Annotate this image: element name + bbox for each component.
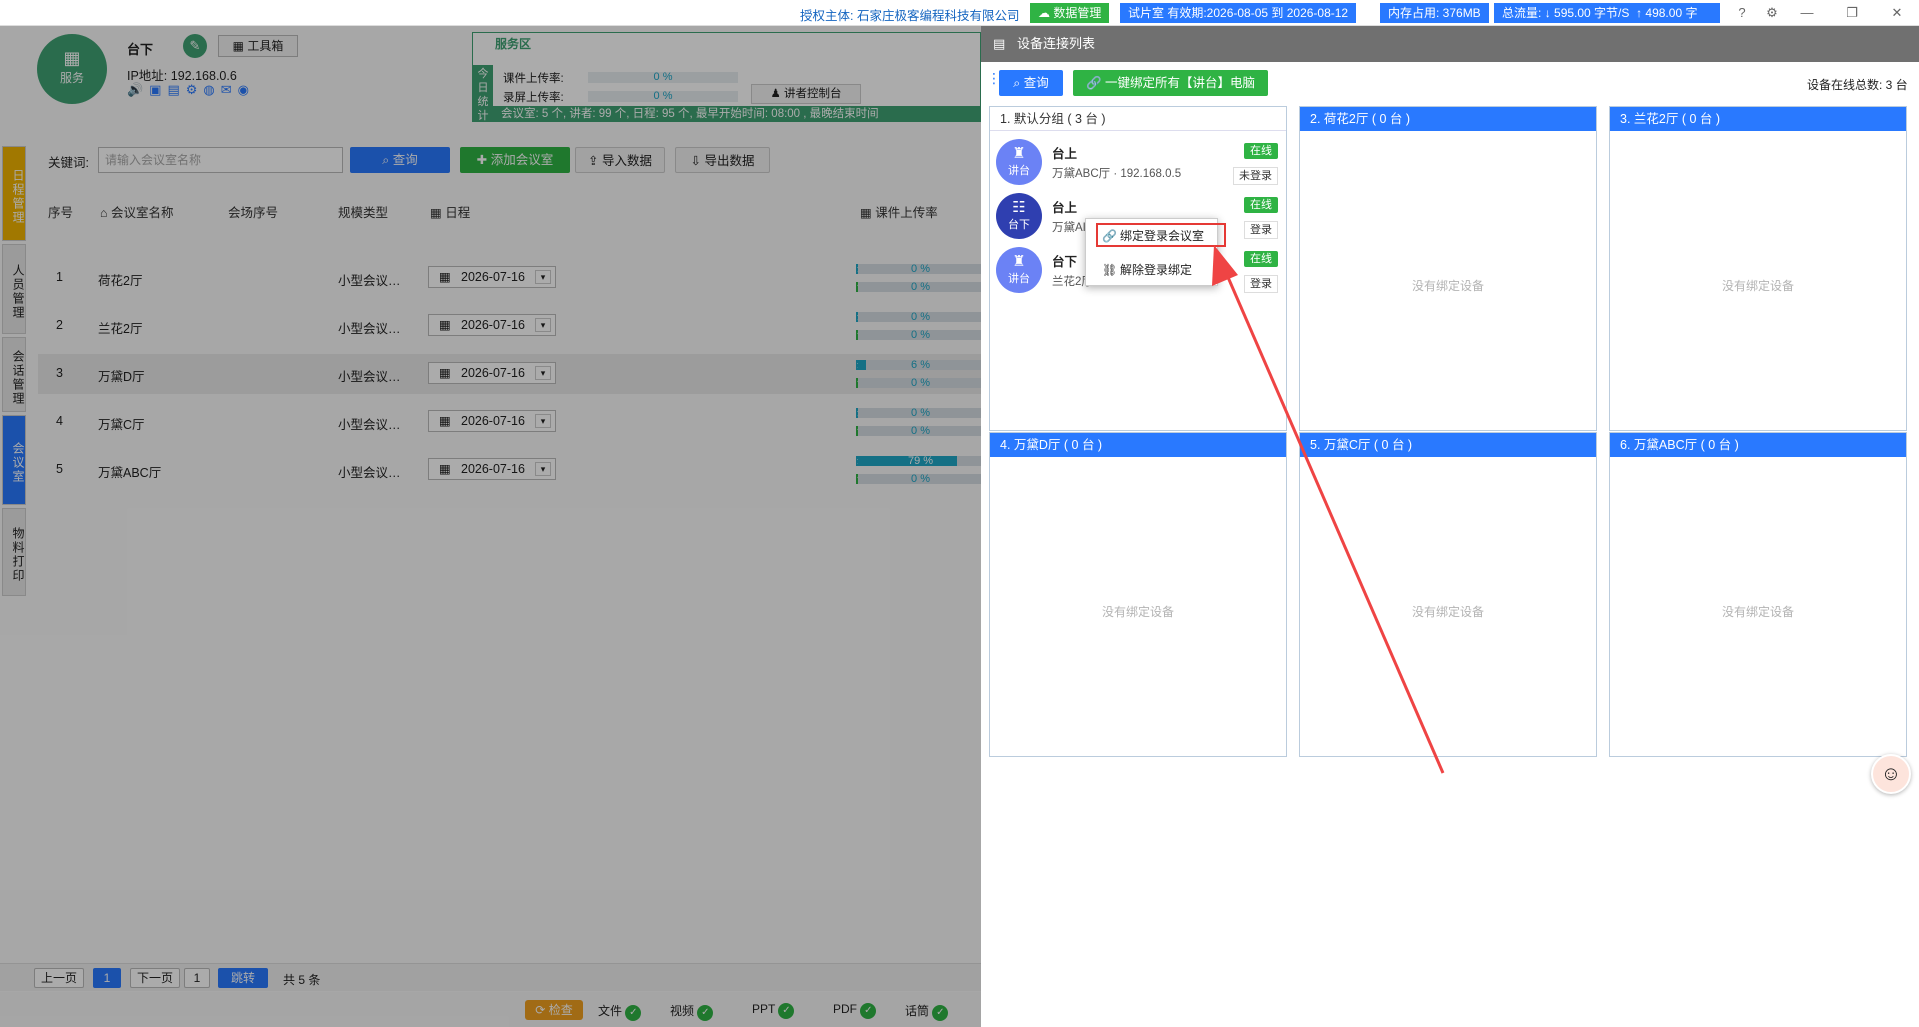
device-group: 4. 万黛D厅 ( 0 台 ) 没有绑定设备: [989, 432, 1287, 757]
device-list-panel: ▤ 设备连接列表 ⋮ ⌕ 查询 🔗 一键绑定所有【讲台】电脑 设备在线总数: 3…: [981, 26, 1919, 1027]
list-icon: ▤: [993, 36, 1006, 51]
link-icon: 🔗: [1085, 76, 1102, 90]
traffic-badge: 总流量: ↓ 595.00 字节/S ↑ 498.00 字: [1494, 3, 1720, 23]
link-icon: 🔗: [1102, 229, 1117, 243]
empty-text: 没有绑定设备: [1721, 605, 1794, 619]
device-group: 2. 荷花2厅 ( 0 台 ) 没有绑定设备: [1299, 106, 1597, 431]
login-badge[interactable]: 未登录: [1233, 167, 1278, 185]
close-button[interactable]: ✕: [1885, 3, 1909, 23]
empty-text: 没有绑定设备: [1411, 605, 1484, 619]
podium-icon: ♜: [1012, 145, 1026, 162]
gear-icon[interactable]: ⚙: [1760, 3, 1784, 23]
assistant-avatar-icon[interactable]: ☺: [1871, 754, 1911, 794]
bind-login-room-item[interactable]: 🔗 绑定登录会议室: [1096, 225, 1204, 247]
status-badge: 在线: [1244, 143, 1278, 159]
login-badge[interactable]: 登录: [1244, 221, 1278, 239]
device-group: 5. 万黛C厅 ( 0 台 ) 没有绑定设备: [1299, 432, 1597, 757]
device-item[interactable]: ♜ 讲台 台上万黛ABC厅 · 192.168.0.5 在线未登录: [996, 137, 1284, 189]
group-title: 4. 万黛D厅 ( 0 台 ): [990, 433, 1286, 457]
empty-text: 没有绑定设备: [1411, 279, 1484, 293]
search-icon: ⌕: [1013, 76, 1021, 90]
memory-badge: 内存占用: 376MB: [1380, 3, 1489, 23]
device-name: 台上: [1052, 147, 1078, 161]
empty-text: 没有绑定设备: [1721, 279, 1794, 293]
device-name: 台上: [1052, 201, 1078, 215]
data-management-button[interactable]: ☁ 数据管理: [1030, 3, 1110, 23]
group-title: 1. 默认分组 ( 3 台 ): [990, 107, 1286, 131]
login-badge[interactable]: 登录: [1244, 275, 1278, 293]
device-avatar: ☷ 台下: [996, 193, 1042, 239]
device-search-button[interactable]: ⌕ 查询: [999, 70, 1063, 96]
title-bar: 授权主体: 石家庄极客编程科技有限公司 ☁ 数据管理 试片室 有效期:2026-…: [0, 0, 1919, 26]
unlink-icon: ⛓: [1102, 263, 1118, 277]
unbind-login-item[interactable]: ⛓ 解除登录绑定: [1096, 259, 1192, 281]
online-total: 设备在线总数: 3 台: [1807, 78, 1908, 92]
device-group: 6. 万黛ABC厅 ( 0 台 ) 没有绑定设备: [1609, 432, 1907, 757]
podium-icon: ♜: [1012, 253, 1026, 270]
group-title: 3. 兰花2厅 ( 0 台 ): [1610, 107, 1906, 131]
trial-badge: 试片室 有效期:2026-08-05 到 2026-08-12: [1120, 3, 1357, 23]
modal-overlay: [0, 26, 981, 1027]
device-avatar: ♜ 讲台: [996, 139, 1042, 185]
group-title: 6. 万黛ABC厅 ( 0 台 ): [1610, 433, 1906, 457]
license-info: 授权主体: 石家庄极客编程科技有限公司: [800, 9, 1020, 23]
device-sub: 万黛ABC厅 · 192.168.0.5: [1052, 168, 1182, 180]
status-badge: 在线: [1244, 251, 1278, 267]
group-title: 5. 万黛C厅 ( 0 台 ): [1300, 433, 1596, 457]
empty-text: 没有绑定设备: [1101, 605, 1174, 619]
bind-all-button[interactable]: 🔗 一键绑定所有【讲台】电脑: [1073, 70, 1268, 96]
help-icon[interactable]: ?: [1730, 3, 1754, 23]
restore-button[interactable]: ❐: [1840, 3, 1864, 23]
panel-header: ▤ 设备连接列表: [981, 26, 1919, 62]
list-icon: ☷: [1012, 199, 1026, 216]
device-group: 3. 兰花2厅 ( 0 台 ) 没有绑定设备: [1609, 106, 1907, 431]
minimize-button[interactable]: —: [1795, 3, 1819, 23]
group-title: 2. 荷花2厅 ( 0 台 ): [1300, 107, 1596, 131]
device-avatar: ♜ 讲台: [996, 247, 1042, 293]
device-name: 台下: [1052, 255, 1078, 269]
context-menu: 🔗 绑定登录会议室 ⛓ 解除登录绑定: [1085, 218, 1226, 286]
status-badge: 在线: [1244, 197, 1278, 213]
